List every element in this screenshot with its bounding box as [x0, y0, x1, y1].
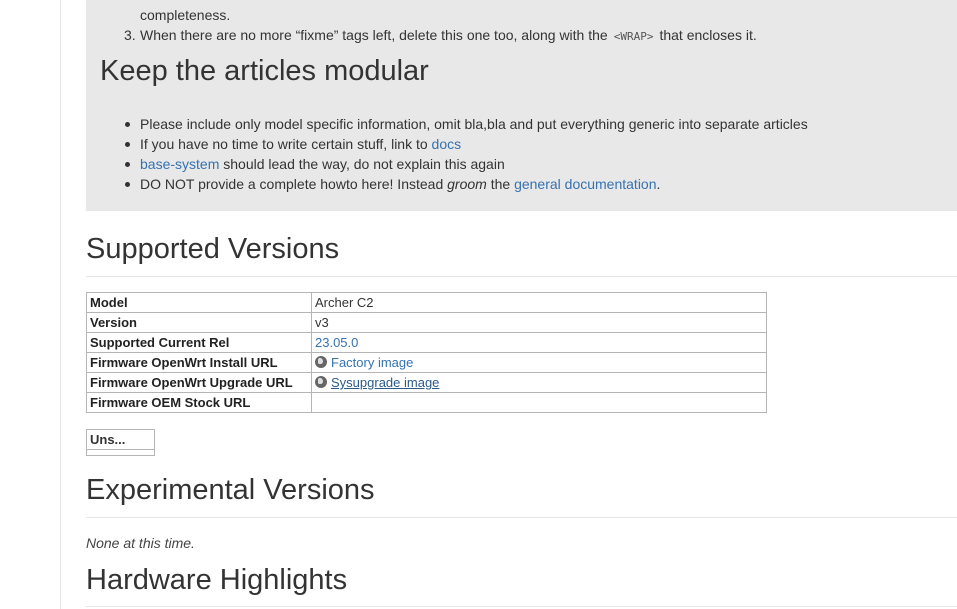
wrap-code-tag: <WRAP> [613, 30, 654, 43]
bullet-4-end: . [656, 176, 661, 192]
row-value: 23.05.0 [311, 332, 767, 353]
factory-image-link[interactable]: Factory image [331, 355, 413, 370]
bullet-item-4: DO NOT provide a complete howto here! In… [125, 174, 808, 194]
sysupgrade-image-link[interactable]: Sysupgrade image [331, 375, 439, 390]
row-key: Firmware OpenWrt Upgrade URL [86, 372, 312, 393]
table-row: Firmware OpenWrt Upgrade URL Sysupgrade … [86, 372, 767, 393]
section-divider [86, 606, 957, 607]
left-margin-rule [60, 0, 61, 609]
table-row: Model Archer C2 [86, 292, 767, 313]
bullet-item-3: base-system should lead the way, do not … [125, 154, 808, 174]
row-value: Factory image [311, 352, 767, 373]
modular-bullet-list: Please include only model specific infor… [125, 114, 808, 194]
hardware-highlights-heading: Hardware Highlights [86, 564, 348, 596]
table-row: Firmware OEM Stock URL [86, 392, 767, 413]
supported-versions-heading: Supported Versions [86, 233, 340, 265]
row-key: Firmware OpenWrt Install URL [86, 352, 312, 373]
docs-link[interactable]: docs [432, 136, 462, 152]
experimental-versions-heading: Experimental Versions [86, 474, 375, 506]
bullet-4-emphasis: groom [447, 176, 487, 192]
row-value [311, 392, 767, 413]
bullet-4-text-2: the [486, 176, 515, 192]
base-system-link[interactable]: base-system [140, 156, 219, 172]
ol-item-3-text-before: When there are no more “fixme” tags left… [140, 27, 608, 43]
device-info-table: Model Archer C2 Version v3 Supported Cur… [86, 292, 767, 413]
unsupported-mini-table: Uns... [86, 429, 155, 456]
mini-table-empty-cell [86, 449, 155, 456]
table-row: Firmware OpenWrt Install URL Factory ima… [86, 352, 767, 373]
bullet-4-text: DO NOT provide a complete howto here! In… [140, 176, 448, 192]
ol-item-3: When there are no more “fixme” tags left… [140, 25, 757, 47]
ol-continuation-text: completeness. [140, 7, 231, 23]
bullet-3-text: should lead the way, do not explain this… [219, 156, 505, 172]
globe-icon [315, 356, 327, 368]
bullet-item-1: Please include only model specific infor… [125, 116, 808, 132]
section-divider [86, 276, 957, 277]
row-key: Model [86, 292, 312, 313]
ol-item-number: 3. [124, 27, 136, 43]
bullet-2-text: If you have no time to write certain stu… [140, 136, 432, 152]
row-key: Version [86, 312, 312, 333]
row-key: Firmware OEM Stock URL [86, 392, 312, 413]
row-value: Archer C2 [311, 292, 767, 313]
bullet-item-2: If you have no time to write certain stu… [125, 134, 808, 154]
ol-item-3-text-after: that encloses it. [659, 27, 757, 43]
section-divider [86, 517, 957, 518]
experimental-none-text: None at this time. [86, 535, 195, 551]
general-documentation-link[interactable]: general documentation [514, 176, 656, 192]
table-row: Version v3 [86, 312, 767, 333]
globe-icon [315, 376, 327, 388]
mini-table-label[interactable]: Uns... [86, 429, 155, 450]
modular-heading: Keep the articles modular [100, 55, 429, 87]
row-value: v3 [311, 312, 767, 333]
release-link[interactable]: 23.05.0 [315, 335, 358, 350]
row-value: Sysupgrade image [311, 372, 767, 393]
table-row: Supported Current Rel 23.05.0 [86, 332, 767, 353]
row-key: Supported Current Rel [86, 332, 312, 353]
